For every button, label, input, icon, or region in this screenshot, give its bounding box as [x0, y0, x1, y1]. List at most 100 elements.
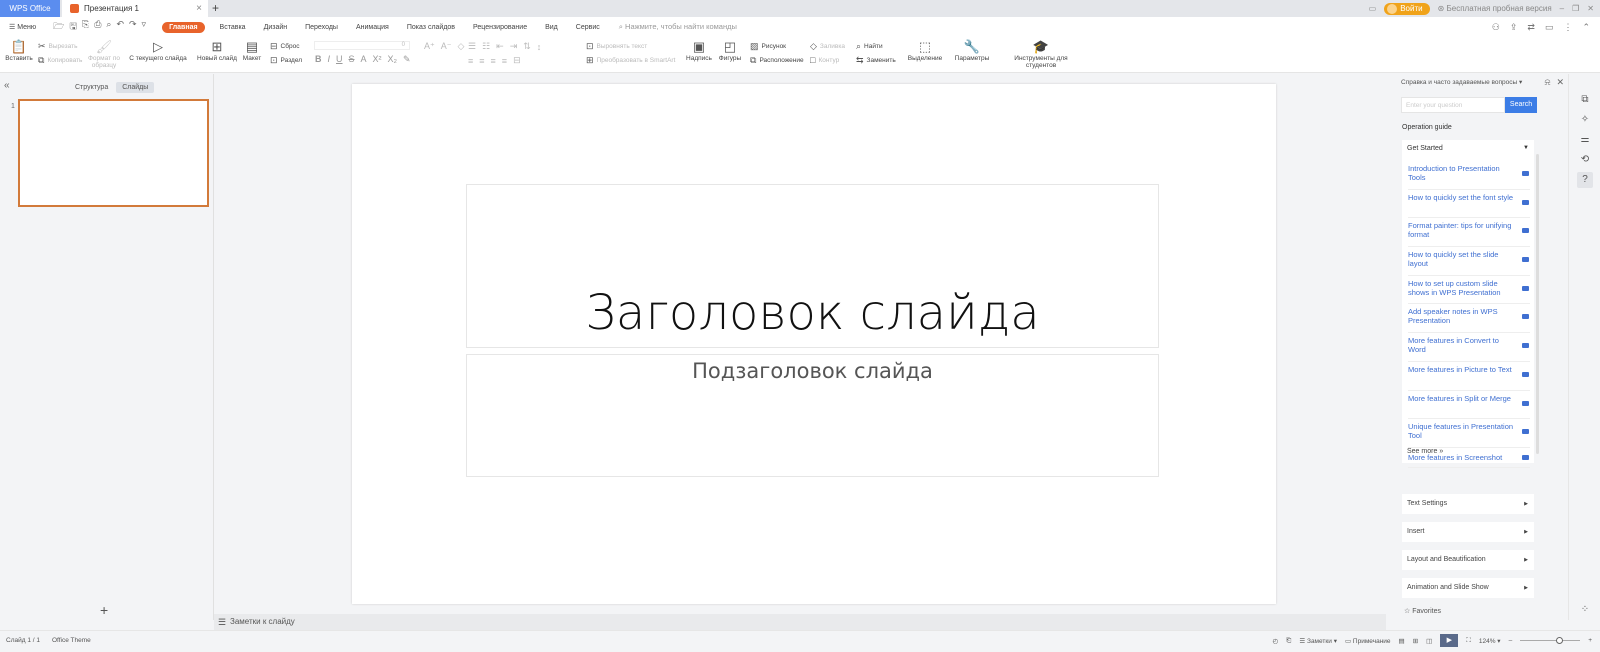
customize-icon[interactable]: ▿ — [142, 19, 147, 35]
highlight-icon[interactable]: ✎ — [403, 54, 411, 65]
subtitle-placeholder[interactable]: Подзаголовок слайда — [466, 354, 1159, 477]
menu-tab-insert[interactable]: Вставка — [211, 24, 255, 31]
menu-tab-review[interactable]: Рецензирование — [464, 24, 536, 31]
replace-button[interactable]: ⇆ Заменить — [856, 55, 896, 66]
numbering-icon[interactable]: ☷ — [482, 41, 490, 52]
guide-item[interactable]: How to quickly set the slide layout — [1408, 247, 1530, 276]
guide-item[interactable]: How to set up custom slide shows in WPS … — [1408, 276, 1530, 305]
copy-button[interactable]: ⧉ Копировать — [38, 55, 82, 66]
cloud-upload-icon[interactable]: ⇪ — [1510, 22, 1518, 33]
format-painter-button[interactable]: 🖌 Формат по образцу — [86, 39, 122, 69]
guide-item[interactable]: Format painter: tips for unifying format — [1408, 218, 1530, 248]
slide-thumbnail[interactable] — [18, 99, 209, 207]
properties-icon[interactable]: ⚌ — [1577, 132, 1593, 148]
pin-icon[interactable]: ⍾ — [1544, 77, 1550, 88]
comment-toggle[interactable]: ▭ Примечание — [1345, 637, 1391, 645]
new-slide-button[interactable]: ⊞ Новый слайд — [196, 39, 238, 62]
select-button[interactable]: ⬚ Выделение — [906, 39, 944, 62]
align-text-button[interactable]: ⊡ Выровнять текст — [586, 41, 647, 52]
fill-button[interactable]: ◇ Заливка — [810, 41, 845, 52]
guide-item[interactable]: More features in Split or Merge — [1408, 391, 1530, 420]
slide-canvas[interactable]: Заголовок слайда Подзаголовок слайда — [352, 84, 1276, 604]
section-button[interactable]: ⊡ Раздел — [270, 55, 302, 66]
bold-icon[interactable]: B — [315, 54, 322, 65]
trial-link[interactable]: ⊛ Бесплатная пробная версия — [1438, 4, 1552, 13]
help-search-button[interactable]: Search — [1505, 97, 1537, 113]
zoom-slider-knob[interactable] — [1556, 637, 1564, 644]
main-menu-button[interactable]: ☰ Меню — [0, 23, 45, 31]
restore-button[interactable]: ❐ — [1572, 4, 1579, 13]
section-text-settings[interactable]: Text Settings ▶ — [1402, 494, 1534, 514]
line-spacing-icon[interactable]: ↕ — [537, 42, 542, 52]
textbox-button[interactable]: ▣ Надпись — [684, 39, 714, 62]
shrink-font-icon[interactable]: A⁻ — [441, 41, 452, 52]
menu-tab-slideshow[interactable]: Показ слайдов — [398, 24, 464, 31]
tab-slides[interactable]: Слайды — [116, 82, 155, 93]
workspace-icon[interactable]: ▭ — [1369, 4, 1377, 13]
guide-item[interactable]: How to quickly set the font style — [1408, 190, 1530, 219]
get-started-toggle[interactable]: Get Started ▼ — [1407, 145, 1529, 152]
undo-icon[interactable]: ↶ — [116, 19, 124, 35]
collapse-panel-icon[interactable]: « — [4, 80, 10, 91]
sync-icon[interactable]: ⇄ — [1527, 22, 1535, 33]
notes-toggle[interactable]: ☰ Заметки ▾ — [1299, 637, 1337, 645]
outdent-icon[interactable]: ⇤ — [496, 41, 504, 52]
print-icon[interactable]: ⎙ — [94, 19, 101, 35]
arrange-button[interactable]: ⧉ Расположение — [750, 55, 804, 66]
new-tab-button[interactable]: + — [212, 0, 219, 17]
sorter-view-icon[interactable]: ⊞ — [1413, 637, 1418, 645]
tab-outline[interactable]: Структура — [73, 82, 110, 93]
superscript-icon[interactable]: X² — [373, 54, 382, 65]
close-tab-icon[interactable]: × — [196, 0, 202, 17]
section-layout[interactable]: Layout and Beautification ▶ — [1402, 550, 1534, 570]
distribute-icon[interactable]: ⊟ — [513, 55, 521, 66]
paste-button[interactable]: 📋 Вставить — [4, 39, 34, 62]
save-icon[interactable]: 🖫 — [69, 19, 77, 35]
more-icon[interactable]: ⋮ — [1563, 22, 1572, 33]
preview-icon[interactable]: ⌕ — [106, 19, 111, 35]
zoom-out-button[interactable]: – — [1509, 637, 1513, 644]
export-icon[interactable]: ⎘ — [82, 19, 89, 35]
tab-wps-office[interactable]: WPS Office — [0, 0, 60, 17]
autosave-icon[interactable]: ◴ — [1273, 637, 1279, 645]
text-direction-icon[interactable]: ⇅ — [523, 41, 531, 52]
normal-view-icon[interactable]: ▤ — [1399, 637, 1405, 645]
shapes-button[interactable]: ◰ Фигуры — [716, 39, 744, 62]
cut-button[interactable]: ✂ Вырезать — [38, 41, 77, 52]
help-icon[interactable]: ? — [1577, 172, 1593, 188]
layout-button[interactable]: ▤ Макет — [240, 39, 264, 62]
fit-icon[interactable]: ⎗ — [1286, 637, 1291, 645]
menu-tab-home[interactable]: Главная — [162, 21, 205, 33]
find-button[interactable]: ⌕ Найти — [856, 41, 883, 52]
transition-icon[interactable]: ⧉ — [1577, 92, 1593, 108]
indent-icon[interactable]: ⇥ — [510, 41, 518, 52]
reset-button[interactable]: ⊟ Сброс — [270, 41, 299, 52]
close-panel-icon[interactable]: ✕ — [1556, 77, 1564, 88]
section-insert[interactable]: Insert ▶ — [1402, 522, 1534, 542]
outline-button[interactable]: □ Контур — [810, 55, 839, 65]
command-search[interactable]: ⌕ Нажмите, чтобы найти команды — [619, 22, 737, 32]
zoom-slider[interactable] — [1520, 637, 1581, 644]
menu-tab-view[interactable]: Вид — [536, 24, 567, 31]
subscript-icon[interactable]: X₂ — [388, 54, 398, 65]
add-slide-button[interactable]: + — [100, 602, 108, 618]
magic-icon[interactable]: ✧ — [1577, 112, 1593, 128]
help-panel-title[interactable]: Справка и часто задаваемые вопросы — [1401, 79, 1517, 86]
italic-icon[interactable]: I — [328, 54, 331, 65]
strikethrough-icon[interactable]: S — [349, 54, 355, 65]
from-current-slide-button[interactable]: ▷ С текущего слайда — [128, 39, 188, 62]
see-more-link[interactable]: See more » — [1407, 448, 1443, 455]
zoom-in-button[interactable]: + — [1588, 637, 1592, 644]
clear-format-icon[interactable]: ◇ — [458, 41, 465, 52]
bullets-icon[interactable]: ☰ — [468, 41, 476, 52]
section-animation[interactable]: Animation and Slide Show ▶ — [1402, 578, 1534, 598]
help-search-input[interactable]: Enter your question — [1401, 97, 1505, 113]
favorites-link[interactable]: ☆ Favorites — [1404, 607, 1441, 615]
login-button[interactable]: Войти — [1384, 2, 1430, 15]
history-icon[interactable]: ⟲ — [1577, 152, 1593, 168]
menu-tab-transitions[interactable]: Переходы — [296, 24, 347, 31]
fit-window-icon[interactable]: ⛶ — [1466, 637, 1471, 645]
minimize-button[interactable]: – — [1560, 4, 1564, 13]
slideshow-play-button[interactable]: ▶ — [1440, 634, 1459, 647]
font-size-box[interactable]: 0 — [314, 41, 410, 50]
